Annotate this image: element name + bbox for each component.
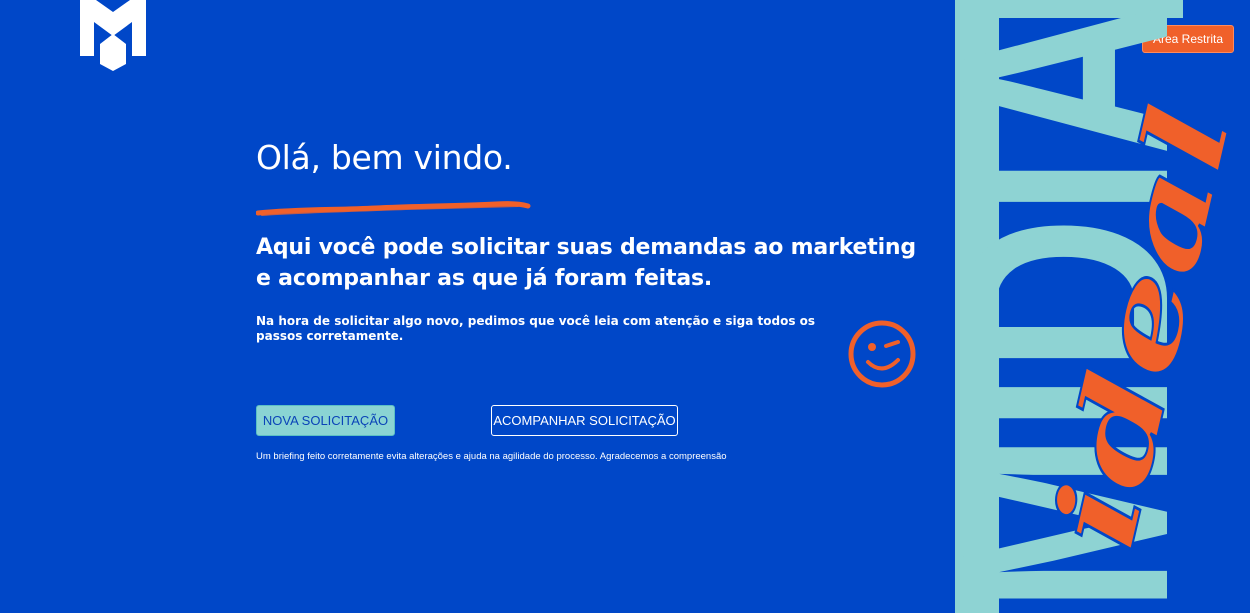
track-request-button[interactable]: ACOMPANHAR SOLICITAÇÃO — [491, 405, 678, 436]
page-title: Olá, bem vindo. — [256, 138, 513, 177]
brush-underline — [256, 201, 531, 216]
hero-subtitle: Aqui você pode solicitar suas demandas a… — [256, 235, 916, 291]
midia-ideal-brand-art: MÍDIA ideal — [955, 0, 1250, 613]
m-monogram-logo-icon[interactable] — [80, 0, 146, 72]
briefing-footnote: Um briefing feito corretamente evita alt… — [256, 451, 727, 462]
new-request-button[interactable]: NOVA SOLICITAÇÃO — [256, 405, 395, 436]
winking-smiley-icon — [848, 320, 916, 388]
instructions-text: Na hora de solicitar algo novo, pedimos … — [256, 314, 816, 343]
